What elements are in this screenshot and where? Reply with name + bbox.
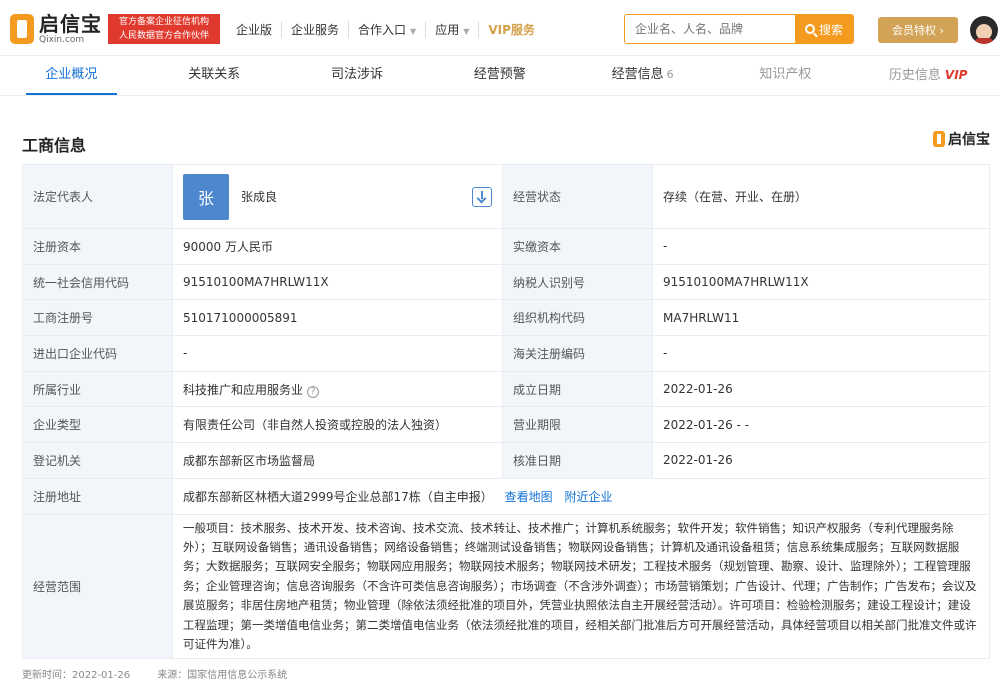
capital-label: 注册资本 [22, 228, 173, 265]
org-code-value: MA7HRLW11 [652, 299, 990, 337]
view-map-link[interactable]: 查看地图 [505, 490, 553, 504]
logo-icon [10, 14, 34, 44]
term-value: 2022-01-26 - - [652, 406, 990, 444]
search-button[interactable]: 搜索 [795, 15, 853, 43]
tab-history[interactable]: 历史信息 VIP [857, 56, 1000, 95]
table-row: 所属行业 科技推广和应用服务业? 成立日期 2022-01-26 [22, 370, 990, 408]
table-row: 注册地址 成都东部新区林栖大道2999号企业总部17栋（自主申报） 查看地图 附… [22, 477, 990, 515]
company-type-label: 企业类型 [22, 406, 173, 444]
authority-value: 成都东部新区市场监督局 [172, 442, 503, 479]
status-value: 存续（在营、开业、在册） [652, 164, 990, 229]
nav-vip-service[interactable]: VIP服务 [478, 20, 544, 38]
search-icon [804, 24, 815, 34]
authority-label: 登记机关 [22, 442, 173, 479]
industry-value: 科技推广和应用服务业 [183, 382, 304, 397]
brand-icon [933, 131, 945, 147]
industry-label: 所属行业 [22, 370, 173, 408]
table-row: 登记机关 成都东部新区市场监督局 核准日期 2022-01-26 [22, 442, 990, 479]
address-value: 成都东部新区林栖大道2999号企业总部17栋（自主申报） [183, 489, 493, 504]
official-badge: 官方备案企业征信机构 人民数据官方合作伙伴 [108, 14, 220, 44]
tab-count-badge: 6 [666, 68, 674, 81]
tab-ip[interactable]: 知识产权 [714, 56, 857, 95]
footer-meta: 更新时间：2022-01-26 来源：国家信用信息公示系统 [22, 666, 311, 681]
download-icon[interactable] [472, 186, 492, 207]
import-code-value: - [172, 335, 503, 372]
company-tabs: 企业概况 关联关系 司法涉诉 经营预警 经营信息 6 知识产权 历史信息 VIP [0, 56, 1000, 96]
vip-tag: VIP [944, 68, 968, 82]
tax-id-value: 91510100MA7HRLW11X [652, 263, 990, 301]
member-privilege-button[interactable]: 会员特权 › [878, 17, 958, 43]
table-row: 进出口企业代码 - 海关注册编码 - [22, 335, 990, 372]
capital-value: 90000 万人民币 [172, 228, 503, 265]
business-info-table: 法定代表人 张 张成良 经营状态 存续（在营、开业、在册） 注册资本 90000… [22, 164, 990, 660]
tab-operations[interactable]: 经营信息 6 [571, 56, 714, 95]
tab-judicial[interactable]: 司法涉诉 [286, 56, 429, 95]
paid-value: - [652, 228, 990, 265]
logo-domain: Qixin.com [39, 34, 85, 45]
logo-text: 启信宝 [39, 11, 102, 36]
top-bar: 启信宝 Qixin.com 官方备案企业征信机构 人民数据官方合作伙伴 企业版 … [0, 0, 1000, 56]
table-row: 经营范围 一般项目：技术服务、技术开发、技术咨询、技术交流、技术转让、技术推广；… [22, 513, 990, 660]
rep-name[interactable]: 张成良 [241, 188, 277, 205]
term-label: 营业期限 [502, 406, 653, 444]
founded-label: 成立日期 [502, 370, 653, 408]
table-row: 注册资本 90000 万人民币 实缴资本 - [22, 228, 990, 265]
chevron-down-icon: ▼ [463, 26, 470, 36]
nav-partner[interactable]: 合作入口 ▼ [348, 20, 425, 38]
customs-code-value: - [652, 335, 990, 372]
table-row: 统一社会信用代码 91510100MA7HRLW11X 纳税人识别号 91510… [22, 263, 990, 301]
table-row: 工商注册号 510171000005891 组织机构代码 MA7HRLW11 [22, 299, 990, 337]
site-logo[interactable]: 启信宝 Qixin.com [10, 12, 102, 46]
import-code-label: 进出口企业代码 [22, 335, 173, 372]
reg-number-value: 510171000005891 [172, 299, 503, 337]
top-nav: 企业版 企业服务 合作入口 ▼ 应用 ▼ VIP服务 [236, 17, 544, 41]
approve-date-value: 2022-01-26 [652, 442, 990, 479]
scope-value: 一般项目：技术服务、技术开发、技术咨询、技术交流、技术转让、技术推广；计算机系统… [183, 520, 977, 651]
nearby-companies-link[interactable]: 附近企业 [564, 490, 612, 504]
tab-relations[interactable]: 关联关系 [143, 56, 286, 95]
updated-time: 更新时间：2022-01-26 [22, 670, 131, 681]
rep-label: 法定代表人 [22, 164, 173, 229]
approve-date-label: 核准日期 [502, 442, 653, 479]
search-box: 搜索 [624, 14, 854, 44]
status-label: 经营状态 [502, 164, 653, 229]
chevron-down-icon: ▼ [410, 26, 417, 36]
table-row: 法定代表人 张 张成良 经营状态 存续（在营、开业、在册） [22, 164, 990, 229]
scope-label: 经营范围 [22, 513, 173, 660]
paid-label: 实缴资本 [502, 228, 653, 265]
nav-apps[interactable]: 应用 ▼ [425, 20, 478, 38]
nav-enterprise-service[interactable]: 企业服务 [281, 20, 348, 38]
reg-number-label: 工商注册号 [22, 299, 173, 337]
rep-avatar: 张 [183, 173, 229, 220]
tab-warnings[interactable]: 经营预警 [428, 56, 571, 95]
user-avatar[interactable] [970, 16, 998, 44]
org-code-label: 组织机构代码 [502, 299, 653, 337]
credit-code-label: 统一社会信用代码 [22, 263, 173, 301]
table-row: 企业类型 有限责任公司（非自然人投资或控股的法人独资） 营业期限 2022-01… [22, 406, 990, 444]
customs-code-label: 海关注册编码 [502, 335, 653, 372]
tax-id-label: 纳税人识别号 [502, 263, 653, 301]
tab-overview[interactable]: 企业概况 [0, 56, 143, 95]
founded-value: 2022-01-26 [652, 370, 990, 408]
brand-watermark: 启信宝 [933, 129, 990, 149]
address-label: 注册地址 [22, 477, 173, 515]
section-title: 工商信息 [22, 136, 87, 155]
credit-code-value: 91510100MA7HRLW11X [172, 263, 503, 301]
search-input[interactable] [625, 15, 795, 43]
help-icon[interactable]: ? [307, 385, 320, 398]
data-source: 来源：国家信用信息公示系统 [157, 670, 288, 681]
company-type-value: 有限责任公司（非自然人投资或控股的法人独资） [172, 406, 503, 444]
nav-enterprise-edition[interactable]: 企业版 [236, 21, 281, 38]
